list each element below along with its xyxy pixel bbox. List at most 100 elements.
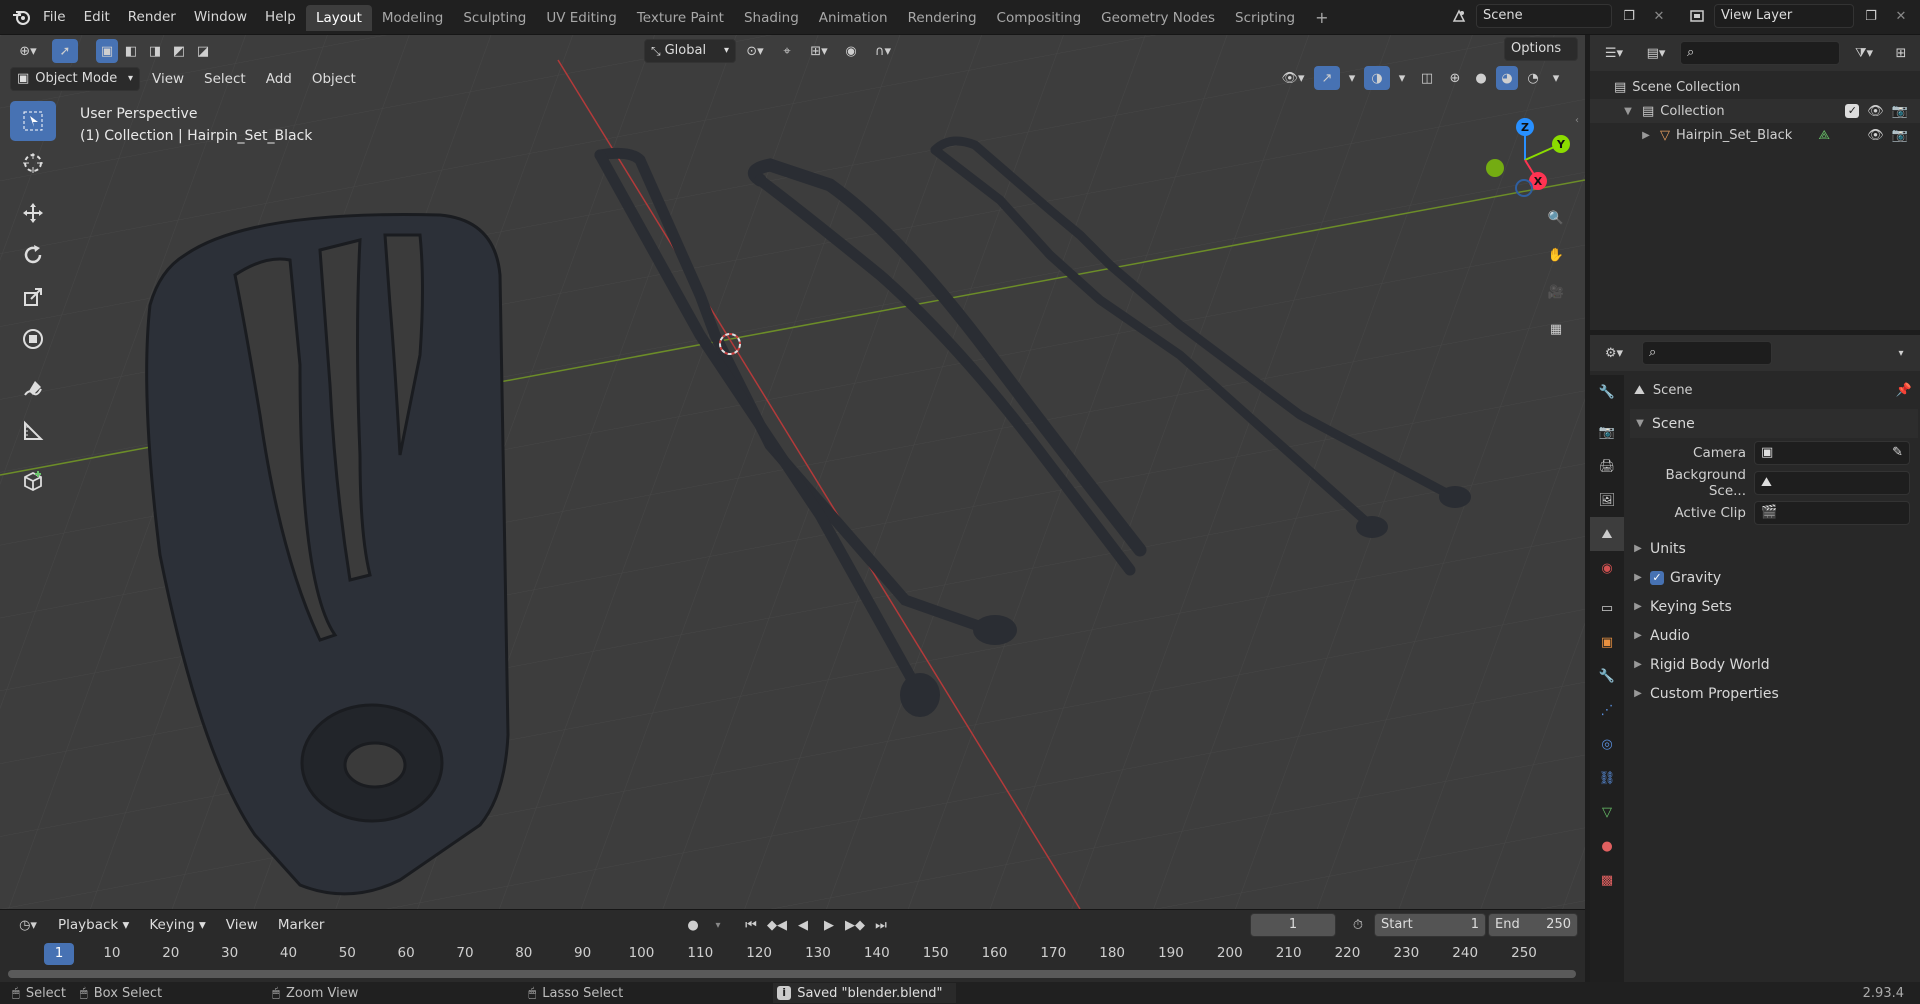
object-tab-icon[interactable]: ▣: [1590, 625, 1624, 659]
cursor-tool-icon[interactable]: [10, 143, 56, 183]
menu-keying[interactable]: Keying ▾: [141, 913, 213, 937]
gravity-checkbox[interactable]: ✓: [1650, 570, 1664, 585]
tree-object[interactable]: ▶ ▽ Hairpin_Set_Black ⟁ 👁 📷: [1590, 123, 1920, 147]
play-reverse-icon[interactable]: ◀: [792, 913, 814, 937]
select-extend-icon[interactable]: ◧: [120, 39, 142, 63]
rotate-tool-icon[interactable]: [10, 235, 56, 275]
timeline-editor-type-icon[interactable]: ◷▾: [10, 913, 46, 937]
blender-logo-icon[interactable]: [8, 9, 34, 25]
select-invert-icon[interactable]: ◩: [168, 39, 190, 63]
background-scene-field[interactable]: ⛰: [1754, 471, 1910, 495]
camera-view-icon[interactable]: 🎥: [1540, 276, 1572, 308]
expand-chevron-icon[interactable]: ▶: [1638, 130, 1654, 141]
material-tab-icon[interactable]: ●: [1590, 829, 1624, 863]
gizmo-toggle-icon[interactable]: ↗: [1314, 66, 1340, 90]
output-tab-icon[interactable]: 🖨: [1590, 449, 1624, 483]
viewport-scene[interactable]: [0, 35, 1585, 909]
tree-collection[interactable]: ▼ ▤ Collection ✓ 👁 📷: [1590, 99, 1920, 123]
tab-layout[interactable]: Layout: [306, 5, 372, 31]
close-scene-icon[interactable]: ✕: [1646, 4, 1672, 28]
modifier-tab-icon[interactable]: 🔧: [1590, 659, 1624, 693]
select-subtract-icon[interactable]: ◨: [144, 39, 166, 63]
jump-keyframe-forward-icon[interactable]: ▶◆: [844, 913, 866, 937]
start-frame-field[interactable]: Start 1: [1374, 913, 1486, 937]
material-shading-icon[interactable]: ◕: [1496, 66, 1518, 90]
jump-end-icon[interactable]: ⏭: [870, 913, 892, 937]
tool-tab-icon[interactable]: 🔧: [1590, 375, 1624, 409]
constraints-tab-icon[interactable]: ⛓: [1590, 761, 1624, 795]
expand-chevron-icon[interactable]: ▼: [1620, 106, 1636, 117]
select-new-icon[interactable]: ▣: [96, 39, 118, 63]
tab-shading[interactable]: Shading: [734, 5, 809, 31]
gizmo-z-label[interactable]: Z: [1521, 121, 1529, 134]
end-frame-field[interactable]: End 250: [1488, 913, 1578, 937]
panel-units[interactable]: ▶ Units: [1630, 534, 1918, 563]
add-cube-tool-icon[interactable]: [10, 461, 56, 501]
menu-window[interactable]: Window: [185, 4, 256, 30]
display-mode-icon[interactable]: ▤▾: [1638, 41, 1674, 65]
shading-dropdown-icon[interactable]: ▾: [1548, 66, 1564, 90]
properties-editor-type-icon[interactable]: ⚙▾: [1596, 341, 1632, 365]
physics-tab-icon[interactable]: ◎: [1590, 727, 1624, 761]
pivot-point-icon[interactable]: ⊙▾: [742, 39, 768, 63]
gizmo-y-label[interactable]: Y: [1556, 138, 1566, 151]
jump-keyframe-back-icon[interactable]: ◆◀: [766, 913, 788, 937]
close-view-layer-icon[interactable]: ✕: [1888, 4, 1914, 28]
active-clip-field[interactable]: 🎬: [1754, 501, 1910, 525]
scene-field[interactable]: Scene: [1476, 4, 1612, 28]
move-tool-icon[interactable]: [10, 193, 56, 233]
frame-ruler[interactable]: 1 10 20 30 40 50 60 70 80 90 100 110 120 130 140 150 160…: [0, 943, 1585, 966]
jump-start-icon[interactable]: ⏮: [740, 913, 762, 937]
select-intersect-icon[interactable]: ◪: [192, 39, 214, 63]
current-frame-field[interactable]: 1: [1250, 913, 1336, 937]
mode-dropdown[interactable]: ▣ Object Mode ▾: [10, 67, 140, 91]
view-layer-tab-icon[interactable]: 🖼: [1590, 483, 1624, 517]
chevron-down-icon[interactable]: ▾: [1888, 341, 1914, 365]
timeline-scrollbar[interactable]: [8, 970, 1576, 978]
view-layer-icon[interactable]: [1684, 4, 1710, 28]
overlays-toggle-icon[interactable]: ◑: [1364, 66, 1390, 90]
perspective-grid-icon[interactable]: ▦: [1540, 313, 1572, 345]
duplicate-view-layer-icon[interactable]: ❐: [1858, 4, 1884, 28]
world-tab-icon[interactable]: ◉: [1590, 551, 1624, 585]
scene-icon[interactable]: [1446, 4, 1472, 28]
record-dropdown-icon[interactable]: ▾: [710, 913, 726, 937]
tab-modeling[interactable]: Modeling: [372, 5, 453, 31]
menu-object[interactable]: Object: [304, 67, 364, 91]
xray-icon[interactable]: ◫: [1414, 66, 1440, 90]
gizmo-x-label[interactable]: X: [1534, 175, 1543, 188]
editor-type-icon[interactable]: ⊕▾: [10, 39, 46, 63]
particles-tab-icon[interactable]: ⋰: [1590, 693, 1624, 727]
menu-add[interactable]: Add: [258, 67, 300, 91]
panel-rigid-body-world[interactable]: ▶ Rigid Body World: [1630, 650, 1918, 679]
wireframe-shading-icon[interactable]: ⊕: [1444, 66, 1466, 90]
menu-edit[interactable]: Edit: [75, 4, 119, 30]
tab-scripting[interactable]: Scripting: [1225, 5, 1305, 31]
texture-tab-icon[interactable]: ▩: [1590, 863, 1624, 897]
overlays-dropdown-icon[interactable]: ▾: [1394, 66, 1410, 90]
options-dropdown[interactable]: Options: [1504, 37, 1578, 61]
zoom-icon[interactable]: 🔍: [1540, 202, 1572, 234]
outliner-search-input[interactable]: ⌕: [1680, 41, 1840, 65]
panel-custom-properties[interactable]: ▶ Custom Properties: [1630, 679, 1918, 708]
proportional-edit-icon[interactable]: ◉: [838, 39, 864, 63]
visibility-icon[interactable]: 👁▾: [1276, 66, 1310, 90]
play-icon[interactable]: ▶: [818, 913, 840, 937]
outliner-editor-type-icon[interactable]: ☰▾: [1596, 41, 1632, 65]
sidebar-toggle-icon[interactable]: ‹: [1575, 115, 1579, 126]
render-camera-icon[interactable]: 📷: [1892, 104, 1908, 119]
tab-geometry-nodes[interactable]: Geometry Nodes: [1091, 5, 1225, 31]
menu-render[interactable]: Render: [119, 4, 185, 30]
render-tab-icon[interactable]: 📷: [1590, 415, 1624, 449]
collection-tab-icon[interactable]: ▭: [1590, 591, 1624, 625]
annotate-tool-icon[interactable]: [10, 369, 56, 409]
data-tab-icon[interactable]: ▽: [1590, 795, 1624, 829]
mesh-data-icon[interactable]: ⟁: [1818, 128, 1830, 143]
render-camera-icon[interactable]: 📷: [1892, 128, 1908, 143]
stopwatch-icon[interactable]: ⏱: [1345, 913, 1371, 937]
falloff-icon[interactable]: ∩▾: [870, 39, 896, 63]
scale-tool-icon[interactable]: [10, 277, 56, 317]
menu-select[interactable]: Select: [196, 67, 254, 91]
scene-tab-icon[interactable]: ⛰: [1590, 517, 1624, 551]
visibility-eye-icon[interactable]: 👁: [1867, 104, 1884, 119]
